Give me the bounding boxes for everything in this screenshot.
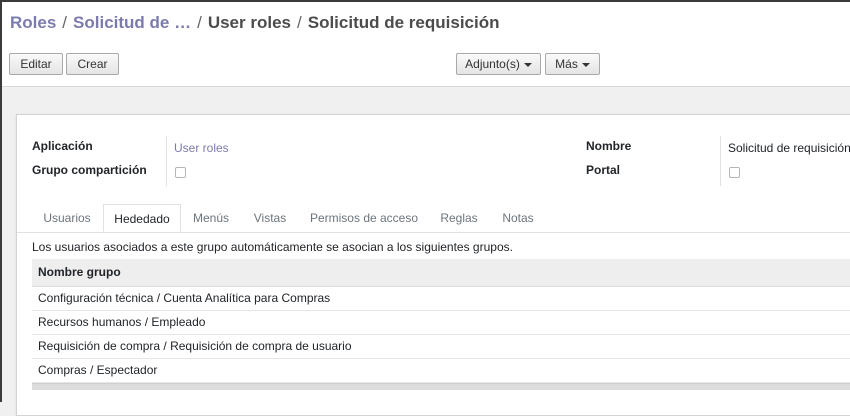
attachments-label: Adjunto(s) [465, 57, 520, 71]
table-footer [32, 383, 850, 390]
edit-button[interactable]: Editar [9, 53, 63, 75]
breadcrumb-separator: / [297, 13, 302, 32]
portal-checkbox[interactable] [729, 167, 740, 178]
table-row[interactable]: Recursos humanos / Empleado [32, 311, 850, 335]
window-left-border [0, 2, 2, 402]
tab-notas[interactable]: Notas [493, 204, 543, 232]
field-separator [166, 136, 167, 186]
aplicacion-label: Aplicación [32, 139, 93, 153]
breadcrumb: Roles / Solicitud de … / User roles / Solicitu… [10, 13, 499, 33]
breadcrumb-current: Solicitud de requisición [307, 13, 500, 32]
breadcrumb-roles-link[interactable]: Roles [10, 13, 56, 32]
inherited-groups-table: Nombre grupo Configuración técnica / Cue… [32, 259, 850, 390]
create-button[interactable]: Crear [66, 53, 119, 75]
grupo-comparticion-label: Grupo compartición [32, 163, 147, 177]
attachments-dropdown-button[interactable]: Adjunto(s) [456, 53, 541, 75]
tab-hededado[interactable]: Hededado [103, 204, 181, 232]
portal-label: Portal [586, 163, 621, 177]
more-label: Más [555, 57, 578, 71]
caret-down-icon [581, 62, 590, 67]
table-row[interactable]: Configuración técnica / Cuenta Analítica… [32, 287, 850, 311]
caret-down-icon [523, 62, 532, 67]
tab-reglas[interactable]: Reglas [433, 204, 485, 232]
control-panel: Roles / Solicitud de … / User roles / Solicitu… [0, 2, 850, 87]
table-row[interactable]: Compras / Espectador [32, 359, 850, 383]
inherited-description: Los usuarios asociados a este grupo auto… [32, 240, 513, 254]
nombre-value: Solicitud de requisición [728, 141, 850, 155]
breadcrumb-solicitud-link[interactable]: Solicitud de … [73, 13, 191, 32]
breadcrumb-separator: / [197, 13, 202, 32]
breadcrumb-separator: / [62, 13, 68, 32]
form-sheet: Aplicación User roles Grupo compartición… [16, 114, 850, 416]
nombre-label: Nombre [586, 139, 632, 153]
column-header-nombre-grupo[interactable]: Nombre grupo [32, 259, 850, 287]
more-dropdown-button[interactable]: Más [545, 53, 600, 75]
tab-menus[interactable]: Menús [184, 204, 238, 232]
tab-vistas[interactable]: Vistas [245, 204, 295, 232]
grupo-comparticion-checkbox[interactable] [175, 167, 186, 178]
aplicacion-link[interactable]: User roles [174, 141, 229, 155]
breadcrumb-user-roles: User roles [207, 13, 291, 32]
tab-usuarios[interactable]: Usuarios [34, 204, 100, 232]
table-row[interactable]: Requisición de compra / Requisición de c… [32, 335, 850, 359]
tab-permisos-acceso[interactable]: Permisos de acceso [304, 204, 424, 232]
notebook-tabs: Usuarios Hededado Menús Vistas Permisos … [17, 204, 850, 233]
field-separator [720, 136, 721, 186]
